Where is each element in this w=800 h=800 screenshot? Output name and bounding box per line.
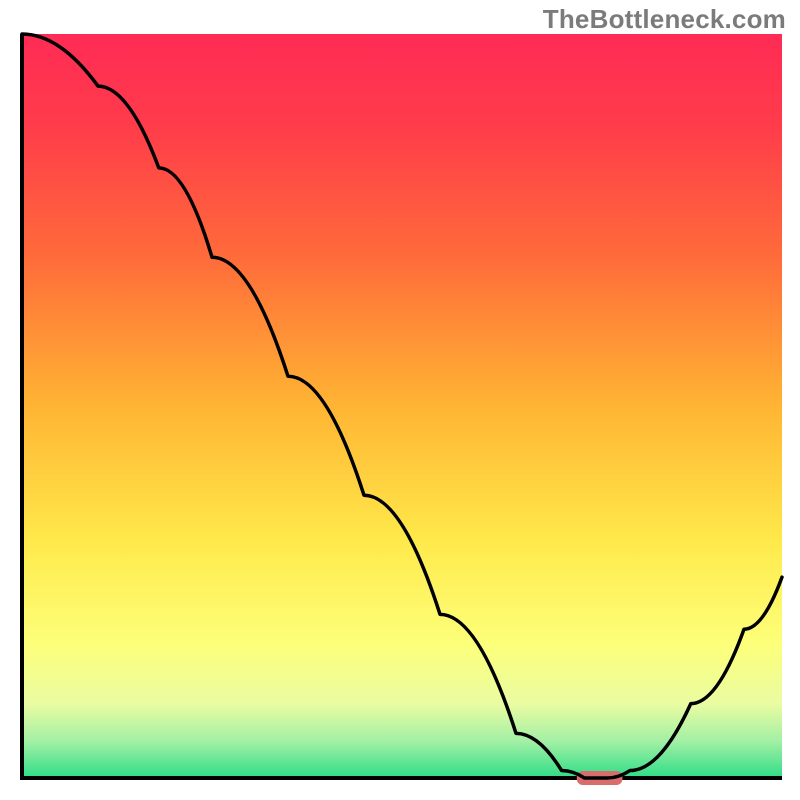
chart-container: { "watermark": "TheBottleneck.com", "cha… bbox=[0, 0, 800, 800]
bottleneck-chart bbox=[0, 0, 800, 800]
plot-background bbox=[22, 34, 782, 778]
